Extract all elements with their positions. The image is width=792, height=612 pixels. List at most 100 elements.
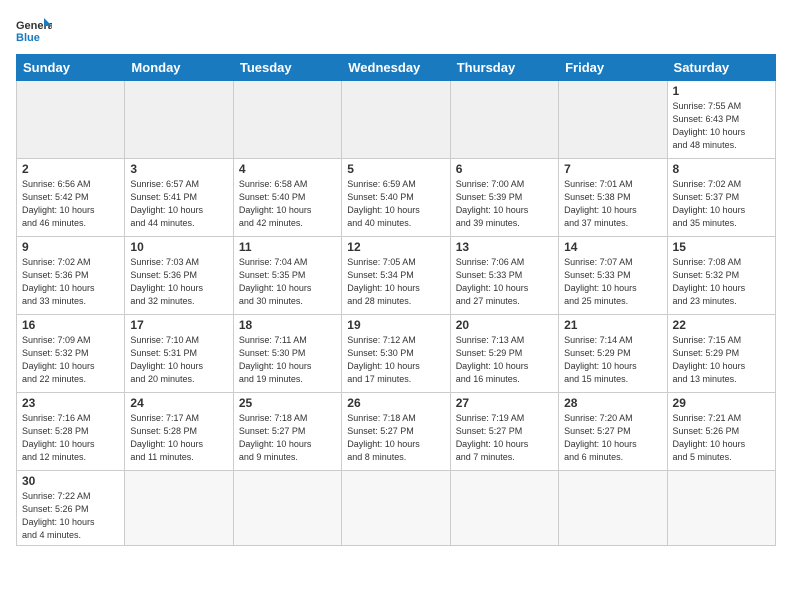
day-number: 26 bbox=[347, 396, 444, 410]
logo: General Blue bbox=[16, 16, 52, 44]
day-info: Sunrise: 7:55 AM Sunset: 6:43 PM Dayligh… bbox=[673, 100, 770, 152]
day-info: Sunrise: 7:06 AM Sunset: 5:33 PM Dayligh… bbox=[456, 256, 553, 308]
calendar-day-cell: 5 Sunrise: 6:59 AM Sunset: 5:40 PM Daylig… bbox=[342, 159, 450, 237]
day-info: Sunrise: 7:01 AM Sunset: 5:38 PM Dayligh… bbox=[564, 178, 661, 230]
day-number: 28 bbox=[564, 396, 661, 410]
calendar-day-cell: 11 Sunrise: 7:04 AM Sunset: 5:35 PM Dayli… bbox=[233, 237, 341, 315]
day-number: 13 bbox=[456, 240, 553, 254]
day-number: 16 bbox=[22, 318, 119, 332]
day-number: 20 bbox=[456, 318, 553, 332]
calendar-day-cell: 6Sunrise: 7:00 AM Sunset: 5:39 PM Daylig… bbox=[450, 159, 558, 237]
calendar-day-cell: 16Sunrise: 7:09 AM Sunset: 5:32 PM Dayli… bbox=[17, 315, 125, 393]
day-number: 2 bbox=[22, 162, 119, 176]
weekday-header-thursday: Thursday bbox=[450, 55, 558, 81]
day-number: 24 bbox=[130, 396, 227, 410]
weekday-header-wednesday: Wednesday bbox=[342, 55, 450, 81]
day-info: Sunrise: 7:15 AM Sunset: 5:29 PM Dayligh… bbox=[673, 334, 770, 386]
day-info: Sunrise: 7:08 AM Sunset: 5:32 PM Dayligh… bbox=[673, 256, 770, 308]
day-info: Sunrise: 7:10 AM Sunset: 5:31 PM Dayligh… bbox=[130, 334, 227, 386]
day-info: Sunrise: 7:17 AM Sunset: 5:28 PM Dayligh… bbox=[130, 412, 227, 464]
day-number: 9 bbox=[22, 240, 119, 254]
day-info: Sunrise: 6:58 AM Sunset: 5:40 PM Dayligh… bbox=[239, 178, 336, 230]
calendar-day-cell: 1 Sunrise: 7:55 AM Sunset: 6:43 PM Daylig… bbox=[667, 81, 775, 159]
svg-text:Blue: Blue bbox=[16, 32, 40, 44]
calendar-day-cell: 29Sunrise: 7:21 AM Sunset: 5:26 PM Dayli… bbox=[667, 393, 775, 471]
day-number: 25 bbox=[239, 396, 336, 410]
calendar-day-cell: 13 Sunrise: 7:06 AM Sunset: 5:33 PM Dayli… bbox=[450, 237, 558, 315]
day-info: Sunrise: 7:07 AM Sunset: 5:33 PM Dayligh… bbox=[564, 256, 661, 308]
calendar-body: 1 Sunrise: 7:55 AM Sunset: 6:43 PM Daylig… bbox=[17, 81, 776, 546]
weekday-header-saturday: Saturday bbox=[667, 55, 775, 81]
calendar-day-cell bbox=[17, 81, 125, 159]
day-info: Sunrise: 7:21 AM Sunset: 5:26 PM Dayligh… bbox=[673, 412, 770, 464]
day-number: 18 bbox=[239, 318, 336, 332]
calendar-day-cell bbox=[342, 471, 450, 546]
day-number: 21 bbox=[564, 318, 661, 332]
weekday-header-sunday: Sunday bbox=[17, 55, 125, 81]
calendar-day-cell: 22Sunrise: 7:15 AM Sunset: 5:29 PM Dayli… bbox=[667, 315, 775, 393]
calendar-day-cell bbox=[559, 81, 667, 159]
day-number: 15 bbox=[673, 240, 770, 254]
day-info: Sunrise: 7:19 AM Sunset: 5:27 PM Dayligh… bbox=[456, 412, 553, 464]
day-info: Sunrise: 7:05 AM Sunset: 5:34 PM Dayligh… bbox=[347, 256, 444, 308]
day-info: Sunrise: 7:22 AM Sunset: 5:26 PM Dayligh… bbox=[22, 490, 119, 542]
day-number: 1 bbox=[673, 84, 770, 98]
day-info: Sunrise: 7:12 AM Sunset: 5:30 PM Dayligh… bbox=[347, 334, 444, 386]
weekday-header-monday: Monday bbox=[125, 55, 233, 81]
day-number: 10 bbox=[130, 240, 227, 254]
day-info: Sunrise: 6:56 AM Sunset: 5:42 PM Dayligh… bbox=[22, 178, 119, 230]
day-info: Sunrise: 7:13 AM Sunset: 5:29 PM Dayligh… bbox=[456, 334, 553, 386]
calendar-day-cell: 15 Sunrise: 7:08 AM Sunset: 5:32 PM Dayli… bbox=[667, 237, 775, 315]
calendar-day-cell: 25 Sunrise: 7:18 AM Sunset: 5:27 PM Dayli… bbox=[233, 393, 341, 471]
calendar-day-cell: 14 Sunrise: 7:07 AM Sunset: 5:33 PM Dayli… bbox=[559, 237, 667, 315]
day-number: 11 bbox=[239, 240, 336, 254]
calendar-day-cell: 27 Sunrise: 7:19 AM Sunset: 5:27 PM Dayli… bbox=[450, 393, 558, 471]
day-number: 12 bbox=[347, 240, 444, 254]
weekday-header-tuesday: Tuesday bbox=[233, 55, 341, 81]
day-number: 30 bbox=[22, 474, 119, 488]
day-info: Sunrise: 7:20 AM Sunset: 5:27 PM Dayligh… bbox=[564, 412, 661, 464]
calendar-day-cell: 21Sunrise: 7:14 AM Sunset: 5:29 PM Dayli… bbox=[559, 315, 667, 393]
calendar-day-cell bbox=[450, 81, 558, 159]
calendar-day-cell bbox=[125, 471, 233, 546]
day-number: 19 bbox=[347, 318, 444, 332]
calendar-week-row: 16Sunrise: 7:09 AM Sunset: 5:32 PM Dayli… bbox=[17, 315, 776, 393]
calendar-day-cell bbox=[125, 81, 233, 159]
day-info: Sunrise: 7:18 AM Sunset: 5:27 PM Dayligh… bbox=[347, 412, 444, 464]
day-number: 17 bbox=[130, 318, 227, 332]
day-number: 5 bbox=[347, 162, 444, 176]
day-info: Sunrise: 7:02 AM Sunset: 5:36 PM Dayligh… bbox=[22, 256, 119, 308]
calendar-day-cell: 12 Sunrise: 7:05 AM Sunset: 5:34 PM Dayli… bbox=[342, 237, 450, 315]
day-number: 27 bbox=[456, 396, 553, 410]
day-info: Sunrise: 6:59 AM Sunset: 5:40 PM Dayligh… bbox=[347, 178, 444, 230]
calendar-week-row: 9 Sunrise: 7:02 AM Sunset: 5:36 PM Daylig… bbox=[17, 237, 776, 315]
page-header: General Blue bbox=[16, 16, 776, 44]
calendar-day-cell: 7 Sunrise: 7:01 AM Sunset: 5:38 PM Daylig… bbox=[559, 159, 667, 237]
day-number: 14 bbox=[564, 240, 661, 254]
weekday-header-friday: Friday bbox=[559, 55, 667, 81]
calendar-day-cell: 18Sunrise: 7:11 AM Sunset: 5:30 PM Dayli… bbox=[233, 315, 341, 393]
calendar-day-cell: 20 Sunrise: 7:13 AM Sunset: 5:29 PM Dayli… bbox=[450, 315, 558, 393]
calendar-day-cell: 8Sunrise: 7:02 AM Sunset: 5:37 PM Daylig… bbox=[667, 159, 775, 237]
calendar-day-cell bbox=[233, 471, 341, 546]
calendar-day-cell bbox=[559, 471, 667, 546]
calendar-day-cell bbox=[667, 471, 775, 546]
day-info: Sunrise: 7:04 AM Sunset: 5:35 PM Dayligh… bbox=[239, 256, 336, 308]
calendar-header: SundayMondayTuesdayWednesdayThursdayFrid… bbox=[17, 55, 776, 81]
day-info: Sunrise: 7:18 AM Sunset: 5:27 PM Dayligh… bbox=[239, 412, 336, 464]
day-info: Sunrise: 7:03 AM Sunset: 5:36 PM Dayligh… bbox=[130, 256, 227, 308]
day-number: 3 bbox=[130, 162, 227, 176]
calendar-day-cell bbox=[450, 471, 558, 546]
day-number: 7 bbox=[564, 162, 661, 176]
calendar-week-row: 2 Sunrise: 6:56 AM Sunset: 5:42 PM Daylig… bbox=[17, 159, 776, 237]
calendar-day-cell: 17 Sunrise: 7:10 AM Sunset: 5:31 PM Dayli… bbox=[125, 315, 233, 393]
calendar-week-row: 23Sunrise: 7:16 AM Sunset: 5:28 PM Dayli… bbox=[17, 393, 776, 471]
day-number: 23 bbox=[22, 396, 119, 410]
calendar-day-cell: 28 Sunrise: 7:20 AM Sunset: 5:27 PM Dayli… bbox=[559, 393, 667, 471]
day-number: 8 bbox=[673, 162, 770, 176]
calendar-day-cell: 19 Sunrise: 7:12 AM Sunset: 5:30 PM Dayli… bbox=[342, 315, 450, 393]
calendar-day-cell: 26 Sunrise: 7:18 AM Sunset: 5:27 PM Dayli… bbox=[342, 393, 450, 471]
weekday-header-row: SundayMondayTuesdayWednesdayThursdayFrid… bbox=[17, 55, 776, 81]
calendar-week-row: 30 Sunrise: 7:22 AM Sunset: 5:26 PM Dayli… bbox=[17, 471, 776, 546]
calendar-table: SundayMondayTuesdayWednesdayThursdayFrid… bbox=[16, 54, 776, 546]
